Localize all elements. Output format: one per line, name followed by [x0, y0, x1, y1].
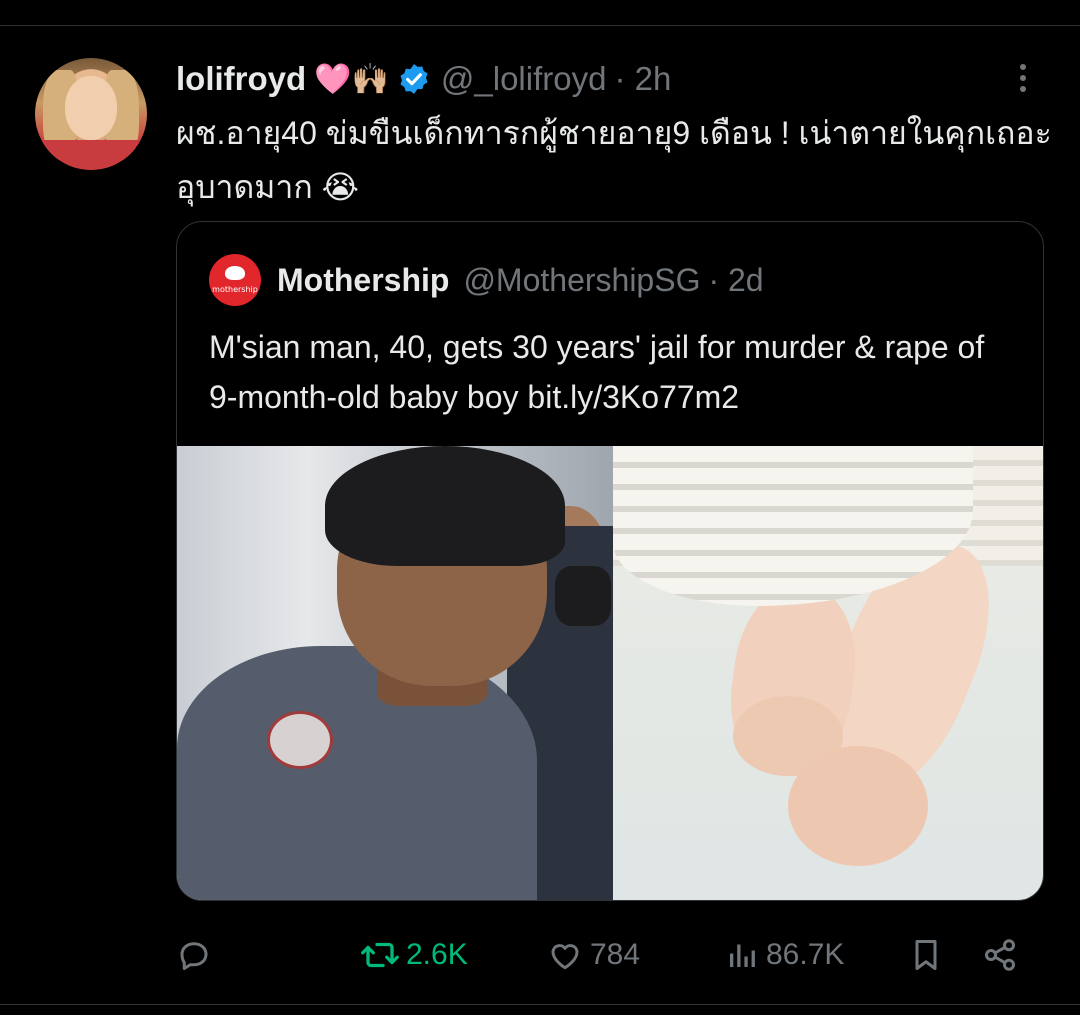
quoted-author-name[interactable]: Mothership	[277, 262, 449, 299]
more-icon[interactable]	[1008, 58, 1038, 98]
bookmark-icon	[915, 940, 937, 970]
author-name-emoji: 🩷🙌🏼	[314, 62, 389, 96]
author-display-name[interactable]: lolifroyd	[176, 60, 306, 98]
tweet-text: ผช.อายุ40 ข่มขืนเด็กทารกผู้ชายอายุ9 เดือ…	[176, 115, 1052, 205]
views-icon	[730, 944, 755, 967]
quoted-tweet-header: mothership Mothership @MothershipSG · 2d	[209, 254, 764, 306]
bookmark-button[interactable]	[908, 930, 944, 980]
avatar[interactable]	[35, 58, 147, 170]
like-button[interactable]: 784	[546, 930, 640, 980]
mothership-logo-avatar[interactable]: mothership	[209, 254, 261, 306]
avatar-shirt	[35, 140, 147, 170]
quoted-tweet-card[interactable]: mothership Mothership @MothershipSG · 2d…	[176, 221, 1044, 901]
share-button[interactable]	[982, 930, 1018, 980]
mothership-logo-text: mothership	[212, 285, 258, 294]
media-image-man[interactable]	[177, 446, 613, 900]
quoted-tweet-text: M'sian man, 40, gets 30 years' jail for …	[209, 329, 985, 415]
quoted-author-handle[interactable]: @MothershipSG	[463, 262, 700, 299]
tweet-time[interactable]: · 2h	[614, 60, 671, 98]
retweet-icon	[361, 942, 399, 968]
retweet-button[interactable]: 2.6K	[360, 930, 468, 980]
media-image-baby-feet[interactable]	[613, 446, 1043, 900]
views-button[interactable]: 86.7K	[724, 930, 844, 980]
bottom-divider	[0, 1004, 1080, 1005]
author-handle[interactable]: @_lolifroyd	[441, 60, 607, 98]
tweet-header: lolifroyd 🩷🙌🏼 @_lolifroyd · 2h	[176, 56, 671, 102]
reply-button[interactable]	[176, 930, 212, 980]
share-icon	[985, 939, 1015, 971]
top-divider	[0, 25, 1080, 26]
retweet-count: 2.6K	[406, 938, 468, 971]
quoted-media[interactable]	[177, 446, 1043, 900]
verified-badge-icon	[397, 62, 431, 96]
tweet-actions-bar: 2.6K 784 86.7K	[176, 930, 1036, 980]
quoted-tweet-time[interactable]: · 2d	[708, 262, 763, 299]
reply-icon	[180, 942, 208, 970]
views-count: 86.7K	[766, 938, 845, 971]
avatar-face	[65, 76, 117, 140]
like-icon	[551, 944, 579, 970]
like-count: 784	[590, 938, 641, 971]
